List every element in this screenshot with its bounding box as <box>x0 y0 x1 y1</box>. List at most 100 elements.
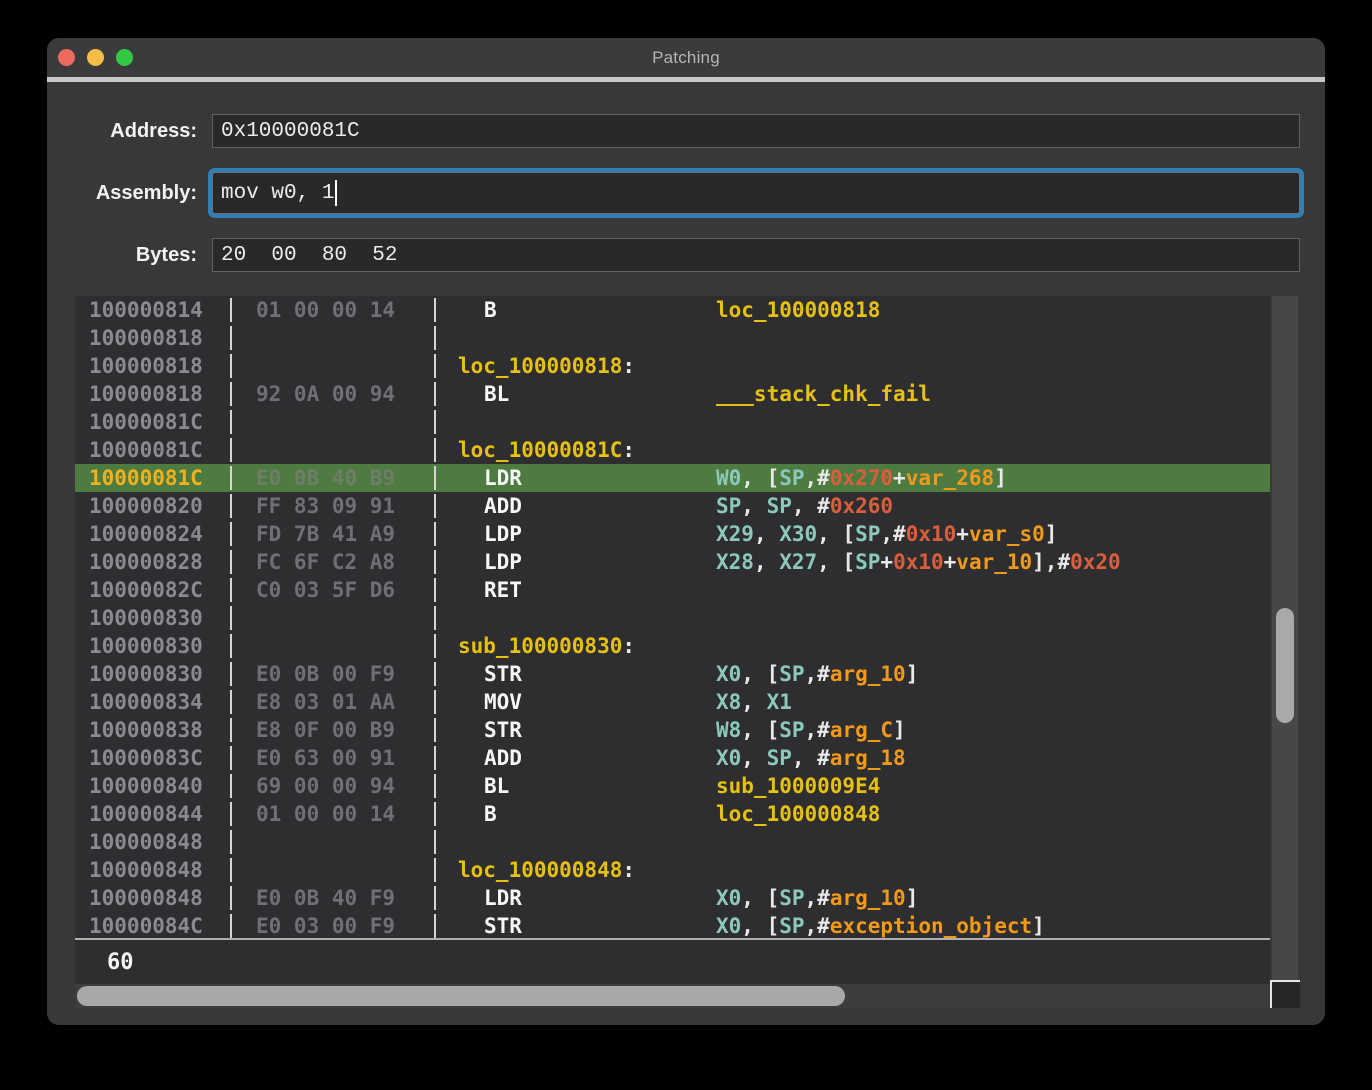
operand-token: X8 <box>716 690 741 714</box>
address-input[interactable]: 0x10000081C <box>212 114 1300 148</box>
listing-row[interactable]: 100000828FC 6F C2 A8LDPX28, X27, [SP+0x1… <box>75 548 1270 576</box>
column-divider <box>434 326 436 350</box>
vertical-scrollbar-thumb[interactable] <box>1276 608 1294 723</box>
column-divider <box>434 830 436 854</box>
column-divider <box>230 354 232 378</box>
row-address: 10000083C <box>75 746 230 770</box>
operands: sub_1000009E4 <box>716 774 880 798</box>
listing-row[interactable]: 100000830sub_100000830: <box>75 632 1270 660</box>
row-bytes: FC 6F C2 A8 <box>232 550 434 574</box>
operand-token: + <box>944 550 957 574</box>
listing-row[interactable]: 100000848loc_100000848: <box>75 856 1270 884</box>
listing-row[interactable]: 100000848E0 0B 40 F9LDRX0, [SP,#arg_10] <box>75 884 1270 912</box>
listing-row[interactable]: 100000824FD 7B 41 A9LDPX29, X30, [SP,#0x… <box>75 520 1270 548</box>
row-bytes: E8 03 01 AA <box>232 690 434 714</box>
operand-token: loc_100000848 <box>716 802 880 826</box>
row-instruction: LDPX29, X30, [SP,#0x10+var_s0] <box>436 522 1270 546</box>
listing-row[interactable]: 10000082CC0 03 5F D6RET <box>75 576 1270 604</box>
operand-token: ,# <box>805 466 830 490</box>
row-bytes: E0 63 00 91 <box>232 746 434 770</box>
bytes-label: Bytes: <box>47 244 197 267</box>
listing-row[interactable]: 10000081C loc_10000081C: <box>75 436 1270 464</box>
row-bytes: E0 0B 40 B9 <box>232 466 434 490</box>
operand-token: X29 <box>716 522 754 546</box>
mnemonic: B <box>484 298 716 322</box>
operand-token: ] <box>1045 522 1058 546</box>
mnemonic: ADD <box>484 494 716 518</box>
row-bytes: E0 0B 40 F9 <box>232 886 434 910</box>
listing-row[interactable]: 100000818 <box>75 324 1270 352</box>
row-bytes: FD 7B 41 A9 <box>232 522 434 546</box>
listing-row[interactable]: 100000818loc_100000818: <box>75 352 1270 380</box>
operand-token: X28 <box>716 550 754 574</box>
row-instruction: STRW8, [SP,#arg_C] <box>436 718 1270 742</box>
listing-row[interactable]: 10000083CE0 63 00 91ADDX0, SP, #arg_18 <box>75 744 1270 772</box>
row-address: 10000081C <box>75 438 230 462</box>
listing-row[interactable]: 100000830E0 0B 00 F9STRX0, [SP,#arg_10] <box>75 660 1270 688</box>
label-token: loc_100000818 <box>458 354 622 378</box>
bytes-input[interactable]: 20 00 80 52 <box>212 238 1300 272</box>
operand-token: SP <box>767 494 792 518</box>
row-address: 100000830 <box>75 662 230 686</box>
operand-token: X0 <box>716 662 741 686</box>
row-instruction: loc_10000081C: <box>436 438 1270 462</box>
mnemonic: MOV <box>484 690 716 714</box>
listing-row[interactable]: 10000081892 0A 00 94BL___stack_chk_fail <box>75 380 1270 408</box>
row-instruction: STRX0, [SP,#exception_object] <box>436 914 1270 938</box>
listing-row[interactable]: 100000820FF 83 09 91ADDSP, SP, #0x260 <box>75 492 1270 520</box>
disassembly-listing[interactable]: 10000081401 00 00 14Bloc_100000818100000… <box>75 296 1270 938</box>
row-address: 100000848 <box>75 858 230 882</box>
listing-row[interactable]: 100000834E8 03 01 AAMOVX8, X1 <box>75 688 1270 716</box>
operand-token: + <box>956 522 969 546</box>
titlebar[interactable]: Patching <box>47 38 1325 77</box>
row-address: 100000814 <box>75 298 230 322</box>
mnemonic: RET <box>484 578 716 602</box>
assembly-input[interactable]: mov w0, 1 <box>212 172 1300 214</box>
operand-token: ] <box>994 466 1007 490</box>
row-instruction: RET <box>436 578 1270 602</box>
zoom-button-icon[interactable] <box>116 49 133 66</box>
vertical-scrollbar[interactable] <box>1272 296 1298 980</box>
row-bytes: 69 00 00 94 <box>232 774 434 798</box>
operand-token: ,# <box>805 662 830 686</box>
titlebar-divider <box>47 77 1325 82</box>
operands: X0, SP, #arg_18 <box>716 746 906 770</box>
label-colon: : <box>622 354 635 378</box>
horizontal-scrollbar-thumb[interactable] <box>77 986 845 1006</box>
column-divider <box>230 410 232 434</box>
resize-grip[interactable] <box>1270 980 1300 1008</box>
row-instruction: loc_100000818: <box>436 354 1270 378</box>
label-colon: : <box>622 438 635 462</box>
row-address: 10000082C <box>75 578 230 602</box>
mnemonic: STR <box>484 914 716 938</box>
operands: W8, [SP,#arg_C] <box>716 718 906 742</box>
listing-row[interactable]: 10000081C <box>75 408 1270 436</box>
horizontal-scrollbar[interactable] <box>75 984 1270 1008</box>
operand-token: , <box>741 494 766 518</box>
operand-token: arg_10 <box>830 662 906 686</box>
operands: SP, SP, #0x260 <box>716 494 893 518</box>
mnemonic: STR <box>484 718 716 742</box>
listing-row[interactable]: 100000830 <box>75 604 1270 632</box>
minimize-button-icon[interactable] <box>87 49 104 66</box>
column-divider <box>230 606 232 630</box>
listing-row[interactable]: 10000081CE0 0B 40 B9LDRW0, [SP,#0x270+va… <box>75 464 1270 492</box>
listing-row[interactable]: 100000848 <box>75 828 1270 856</box>
listing-row[interactable]: 10000081401 00 00 14Bloc_100000818 <box>75 296 1270 324</box>
column-divider <box>434 410 436 434</box>
listing-row[interactable]: 10000084401 00 00 14Bloc_100000848 <box>75 800 1270 828</box>
row-address: 100000828 <box>75 550 230 574</box>
row-instruction: Bloc_100000818 <box>436 298 1270 322</box>
mnemonic: BL <box>484 382 716 406</box>
operands: W0, [SP,#0x270+var_268] <box>716 466 1007 490</box>
listing-row[interactable]: 100000838E8 0F 00 B9STRW8, [SP,#arg_C] <box>75 716 1270 744</box>
row-bytes: 01 00 00 14 <box>232 298 434 322</box>
close-button-icon[interactable] <box>58 49 75 66</box>
operand-token: SP <box>779 718 804 742</box>
operand-token: SP <box>779 466 804 490</box>
listing-row[interactable]: 10000084CE0 03 00 F9STRX0, [SP,#exceptio… <box>75 912 1270 938</box>
operand-token: X1 <box>767 690 792 714</box>
row-address: 100000848 <box>75 830 230 854</box>
listing-row[interactable]: 10000084069 00 00 94BLsub_1000009E4 <box>75 772 1270 800</box>
operand-token: , [ <box>741 662 779 686</box>
